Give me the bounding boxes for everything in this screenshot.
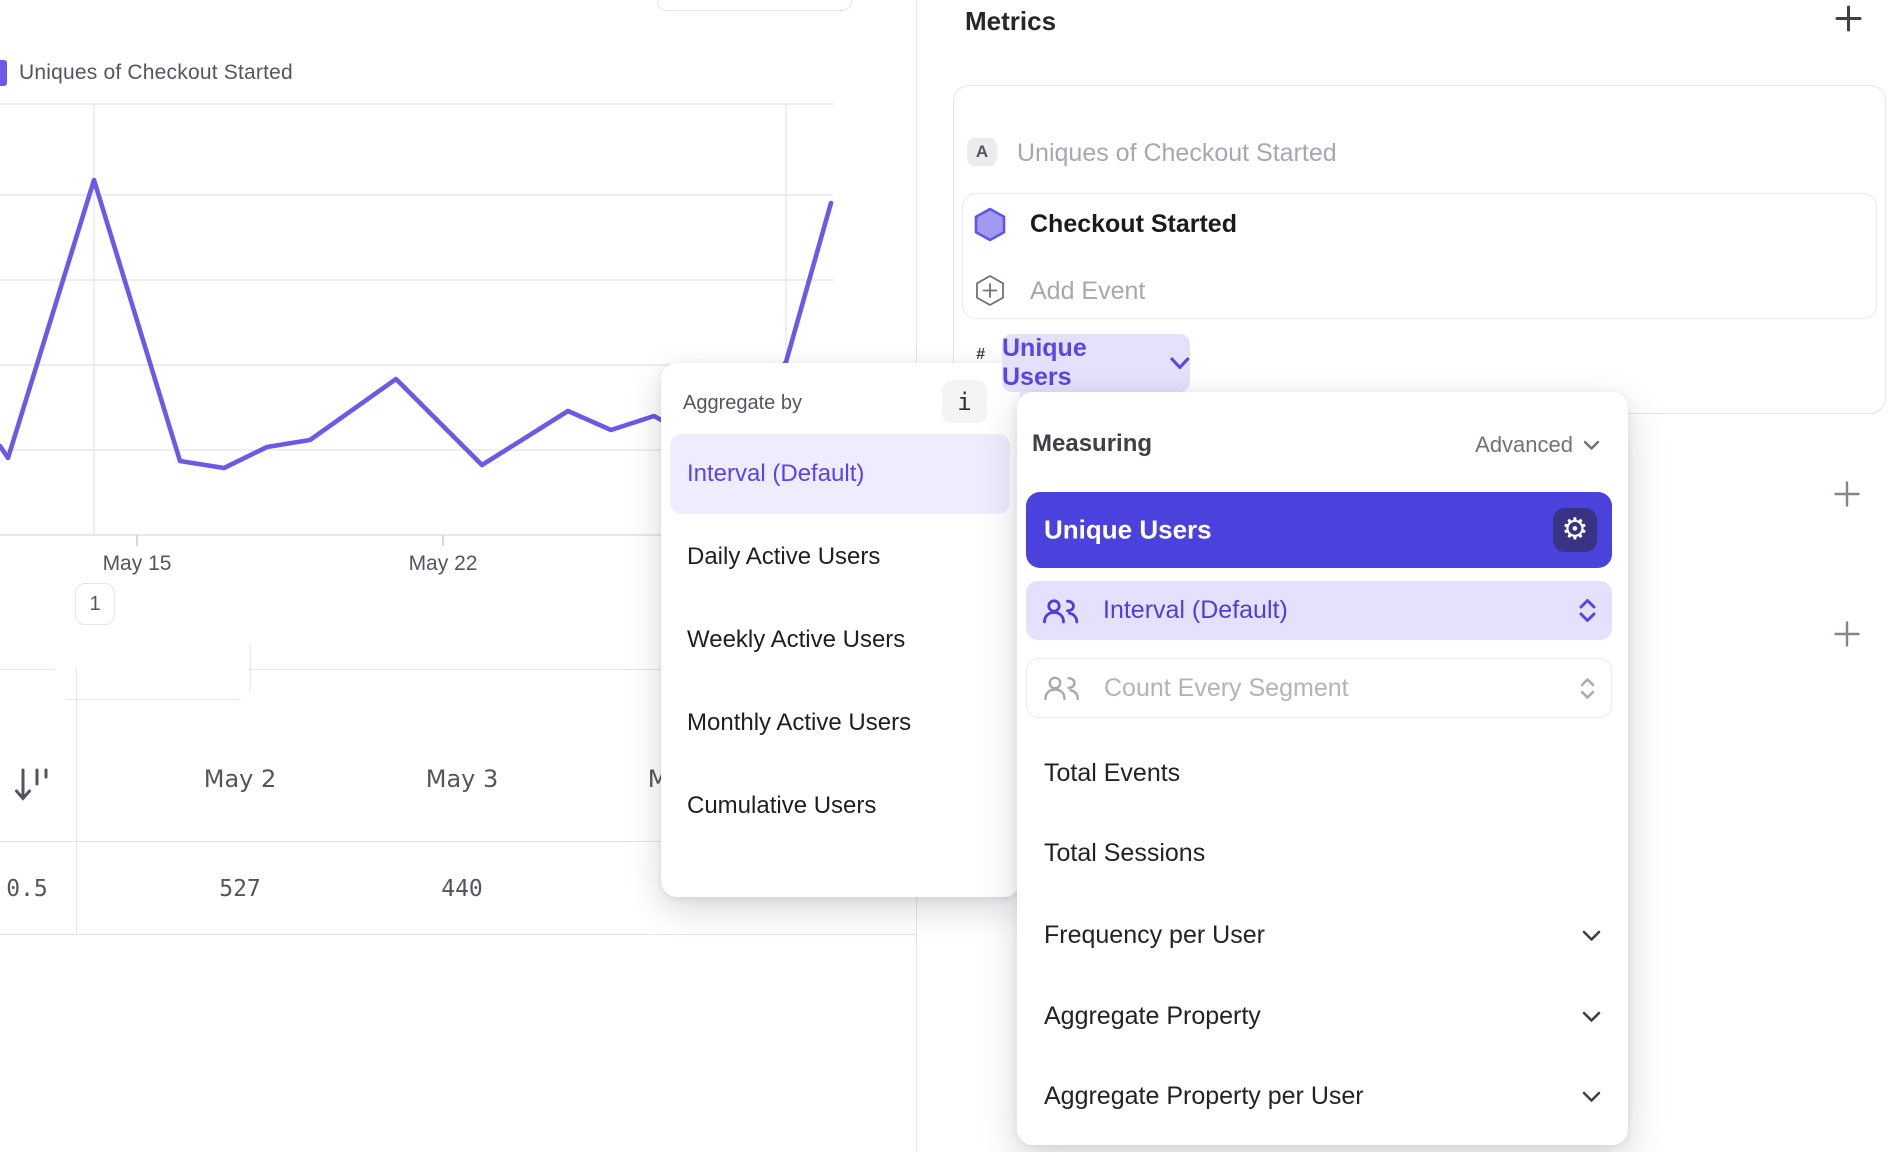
users-icon	[1043, 675, 1080, 701]
info-icon[interactable]: i	[942, 380, 987, 423]
measuring-interval-row[interactable]: Interval (Default)	[1026, 581, 1612, 640]
table-frozen-divider	[76, 669, 77, 934]
table-row-border	[0, 934, 916, 935]
aggregate-option-dau[interactable]: Daily Active Users	[687, 543, 880, 571]
measuring-option-frequency-per-user[interactable]: Frequency per User	[1044, 921, 1601, 950]
menu-item-label: Total Sessions	[1044, 839, 1205, 868]
measuring-option-total-events[interactable]: Total Events	[1044, 759, 1601, 788]
x-axis-label: May 15	[103, 552, 172, 576]
unique-users-label: Unique Users	[1044, 515, 1212, 546]
table-cell: 527	[219, 876, 261, 902]
table-frozen-cell: 0.5	[6, 876, 48, 902]
chevron-down-icon	[1583, 440, 1600, 451]
up-down-chevrons-icon	[1579, 598, 1596, 623]
menu-item-label: Frequency per User	[1044, 921, 1265, 950]
aggregate-by-title: Aggregate by	[683, 392, 802, 415]
measuring-title: Measuring	[1032, 430, 1152, 458]
chevron-down-icon	[1582, 1011, 1601, 1023]
seg-mask	[55, 636, 249, 699]
add-section-icon[interactable]	[1833, 620, 1861, 648]
numeric-type-symbol: #	[976, 346, 985, 364]
x-axis-label: May 22	[409, 552, 478, 576]
aggregate-option-mau[interactable]: Monthly Active Users	[687, 709, 911, 737]
measuring-option-total-sessions[interactable]: Total Sessions	[1044, 839, 1601, 868]
table-header-cell[interactable]: May 2	[204, 765, 277, 793]
measuring-count-every-segment-row[interactable]: Count Every Segment	[1026, 658, 1612, 718]
add-section-icon[interactable]	[1833, 480, 1861, 508]
menu-item-label: Aggregate Property	[1044, 1002, 1261, 1031]
add-event-button[interactable]: Add Event	[1030, 277, 1145, 306]
advanced-label: Advanced	[1475, 432, 1573, 458]
aggregate-option-cumulative[interactable]: Cumulative Users	[687, 792, 876, 820]
metrics-section-title: Metrics	[965, 6, 1056, 37]
event-hexagon-icon[interactable]	[973, 207, 1007, 242]
aggregate-by-popup: Aggregate by i Interval (Default) Daily …	[661, 363, 1020, 897]
chevron-down-icon	[1582, 930, 1601, 942]
add-event-hexagon-icon[interactable]	[974, 274, 1006, 307]
chip-label: Unique Users	[1002, 334, 1160, 392]
table-header-cell[interactable]: May 3	[426, 765, 499, 793]
metric-title-text[interactable]: Uniques of Checkout Started	[1017, 139, 1337, 168]
interval-option-label: Interval (Default)	[1103, 596, 1555, 625]
users-icon	[1042, 598, 1079, 624]
unique-users-chip[interactable]: Unique Users	[1002, 334, 1190, 392]
add-metric-icon[interactable]	[1835, 5, 1862, 32]
measuring-option-aggregate-property-per-user[interactable]: Aggregate Property per User	[1044, 1082, 1601, 1111]
aggregate-option-interval-selected[interactable]: Interval (Default)	[670, 434, 1010, 514]
sort-icon[interactable]	[14, 764, 56, 806]
count-every-segment-label: Count Every Segment	[1104, 674, 1556, 703]
menu-item-label: Aggregate Property per User	[1044, 1082, 1364, 1111]
metric-letter-badge: A	[967, 138, 997, 166]
advanced-toggle[interactable]: Advanced	[1475, 432, 1600, 458]
aggregate-option-wau[interactable]: Weekly Active Users	[687, 626, 905, 654]
up-down-chevrons-icon	[1580, 677, 1595, 700]
table-cell: 440	[441, 876, 483, 902]
gear-icon[interactable]: ⚙	[1553, 508, 1597, 552]
event-name[interactable]: Checkout Started	[1030, 210, 1237, 239]
page-number-button[interactable]: 1	[75, 583, 115, 625]
measuring-option-unique-users-selected[interactable]: Unique Users ⚙	[1026, 492, 1612, 568]
measuring-option-aggregate-property[interactable]: Aggregate Property	[1044, 1002, 1601, 1031]
measuring-dropdown-panel: Measuring Advanced Unique Users ⚙ Interv…	[1017, 392, 1628, 1145]
chevron-down-icon	[1582, 1091, 1601, 1103]
menu-item-label: Total Events	[1044, 759, 1180, 788]
chevron-down-icon	[1170, 357, 1190, 370]
